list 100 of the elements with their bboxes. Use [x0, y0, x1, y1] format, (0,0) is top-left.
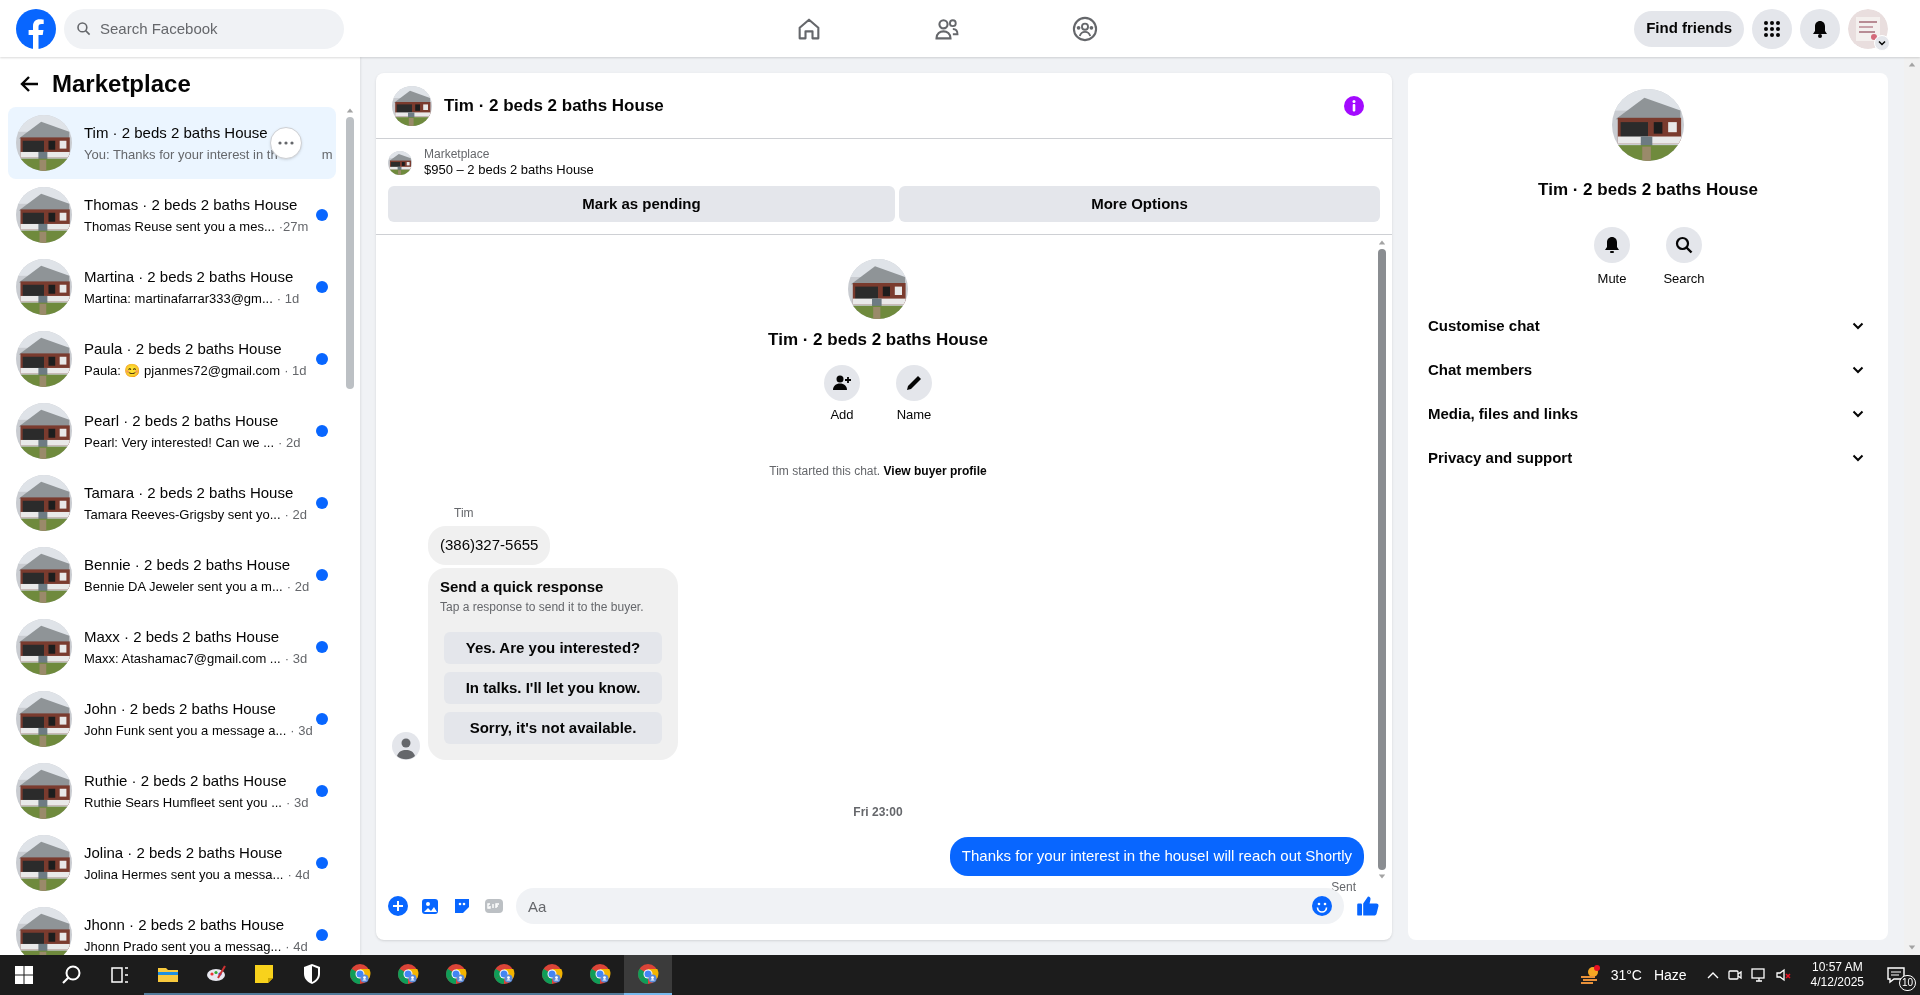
message-time: · 2d: [284, 505, 307, 524]
message-time: · 4d: [285, 937, 308, 955]
section-row[interactable]: Privacy and support: [1424, 436, 1872, 480]
emoji-icon[interactable]: [1312, 896, 1332, 916]
sticker-icon[interactable]: [452, 896, 472, 916]
message-bubble: (386)327-5655: [428, 526, 551, 565]
chevron-down-icon: [1852, 410, 1864, 418]
section-label: Privacy and support: [1428, 447, 1573, 468]
conversation-title: Tim · 2 beds 2 baths House: [84, 123, 268, 143]
conversation-title: Ruthie · 2 beds 2 baths House: [84, 771, 287, 791]
search-field[interactable]: Search Facebook: [64, 8, 344, 49]
quick-response-subtitle: Tap a response to send it to the buyer.: [440, 599, 645, 617]
section-label: Customise chat: [1428, 315, 1540, 336]
section-row[interactable]: Customise chat: [1424, 304, 1872, 348]
message-time: · 1d: [276, 289, 300, 308]
page-title: Marketplace: [52, 69, 191, 99]
message-time: · 3d: [284, 649, 308, 668]
message-time: · 2d: [278, 433, 301, 452]
section-label: Chat members: [1428, 359, 1533, 380]
conversation-title: Bennie · 2 beds 2 baths House: [84, 555, 290, 575]
message-preview: Maxx: Atashamac7@gmail.com ...: [84, 649, 281, 668]
chrome-icon: [396, 962, 420, 986]
buyer-profile-link[interactable]: View buyer profile: [883, 464, 987, 479]
profile-action-button[interactable]: [824, 364, 860, 401]
listing-detail: $950 – 2 beds 2 baths House: [424, 162, 594, 179]
message-preview: Thomas Reuse sent you a mes...: [84, 217, 275, 236]
details-action-button[interactable]: [1666, 226, 1702, 263]
message-bubble: Thanks for your interest in the houseI will reach out Shortly: [949, 837, 1364, 876]
message-time: ·27m: [278, 217, 309, 236]
message-time: · 3d: [286, 793, 309, 812]
system-note: Tim started this chat.: [769, 464, 882, 479]
grid-icon: [1762, 18, 1782, 39]
weather-widget[interactable]: 31°C Haze: [1570, 955, 1695, 995]
more-icon: [278, 141, 294, 145]
message-preview: Ruthie Sears Humfleet sent you ...: [84, 793, 282, 812]
conversation-title: Tamara · 2 beds 2 baths House: [84, 483, 294, 503]
thumbs-up-icon[interactable]: [1356, 894, 1380, 918]
quick-response-button[interactable]: In talks. I'll let you know.: [444, 672, 662, 705]
chrome-icon: [444, 962, 468, 986]
details-action-button[interactable]: [1594, 226, 1630, 263]
profile-action-button[interactable]: [896, 364, 932, 401]
conversation-title: Paula · 2 beds 2 baths House: [84, 339, 282, 359]
facebook-logo-icon[interactable]: [16, 8, 56, 49]
quick-response-button[interactable]: Sorry, it's not available.: [444, 712, 662, 745]
section-row[interactable]: Media, files and links: [1424, 392, 1872, 436]
message-time: · 4d: [287, 865, 310, 884]
notification-center-button[interactable]: 10: [1872, 955, 1920, 995]
clock-date: 4/12/2025: [1810, 975, 1864, 990]
chrome-icon: [540, 962, 564, 986]
chrome-icon: [492, 962, 516, 986]
chrome-icon: [636, 962, 660, 986]
find-friends-button[interactable]: Find friends: [1634, 10, 1744, 47]
chevron-down-icon: [1852, 366, 1864, 374]
message-preview: Pearl: Very interested! Can we ...: [84, 433, 275, 452]
conversation-title: Jolina · 2 beds 2 baths House: [84, 843, 283, 863]
windows-icon: [12, 963, 36, 987]
weather-condition: Haze: [1653, 965, 1687, 985]
profile-name: Tim · 2 beds 2 baths House: [1538, 179, 1758, 201]
quick-response-title: Send a quick response: [440, 576, 605, 597]
message-time: · 2d: [286, 577, 310, 596]
listing-label: Marketplace: [424, 147, 491, 162]
message-time: · 1d: [284, 361, 307, 380]
search-icon: [1674, 234, 1694, 255]
scrollbar-thumb[interactable]: [1378, 249, 1386, 870]
message-preview: Tamara Reeves-Grigsby sent yo...: [84, 505, 281, 524]
avatar-icon: [392, 732, 420, 761]
chrome-icon: [348, 962, 372, 986]
sticky-note-icon: [252, 962, 276, 986]
notifications-button[interactable]: [1800, 8, 1840, 49]
timestamp: Fri 23:00: [853, 804, 903, 822]
groups-icon: [1071, 14, 1099, 43]
action-button[interactable]: More Options: [899, 186, 1380, 223]
action-label: Mute: [1597, 269, 1627, 288]
message-time: m: [321, 145, 333, 164]
notification-count: 10: [1898, 975, 1916, 991]
speaker-muted-icon[interactable]: [1774, 967, 1791, 983]
info-icon[interactable]: [1344, 95, 1364, 116]
message-time: · 3d: [290, 721, 313, 740]
message-preview: Paula: 😊 pjanmes72@gmail.com: [84, 361, 281, 380]
conversation-title: Jhonn · 2 beds 2 baths House: [84, 915, 285, 935]
temperature-text: 31°C: [1610, 965, 1642, 985]
message-preview: Jolina Hermes sent you a messa...: [84, 865, 284, 884]
conversation-title: Martina · 2 beds 2 baths House: [84, 267, 294, 287]
quick-response-button[interactable]: Yes. Are you interested?: [444, 632, 662, 665]
back-arrow-icon[interactable]: [20, 74, 40, 94]
menu-button[interactable]: [1752, 8, 1792, 49]
section-label: Media, files and links: [1428, 403, 1579, 424]
conversation-title: John · 2 beds 2 baths House: [84, 699, 276, 719]
action-label: Name: [896, 405, 932, 424]
plus-icon[interactable]: [388, 896, 408, 916]
bell-icon: [1602, 234, 1622, 255]
message-preview: Martina: martinafarrar333@gm...: [84, 289, 273, 308]
action-button[interactable]: Mark as pending: [388, 186, 895, 223]
taskbar-app[interactable]: [624, 955, 672, 995]
image-icon[interactable]: [420, 896, 440, 916]
scrollbar-thumb[interactable]: [346, 117, 354, 389]
action-label: Search: [1663, 269, 1705, 288]
chevron-up-icon[interactable]: [1706, 971, 1719, 979]
section-row[interactable]: Chat members: [1424, 348, 1872, 392]
sender-name: Tim: [454, 505, 475, 523]
